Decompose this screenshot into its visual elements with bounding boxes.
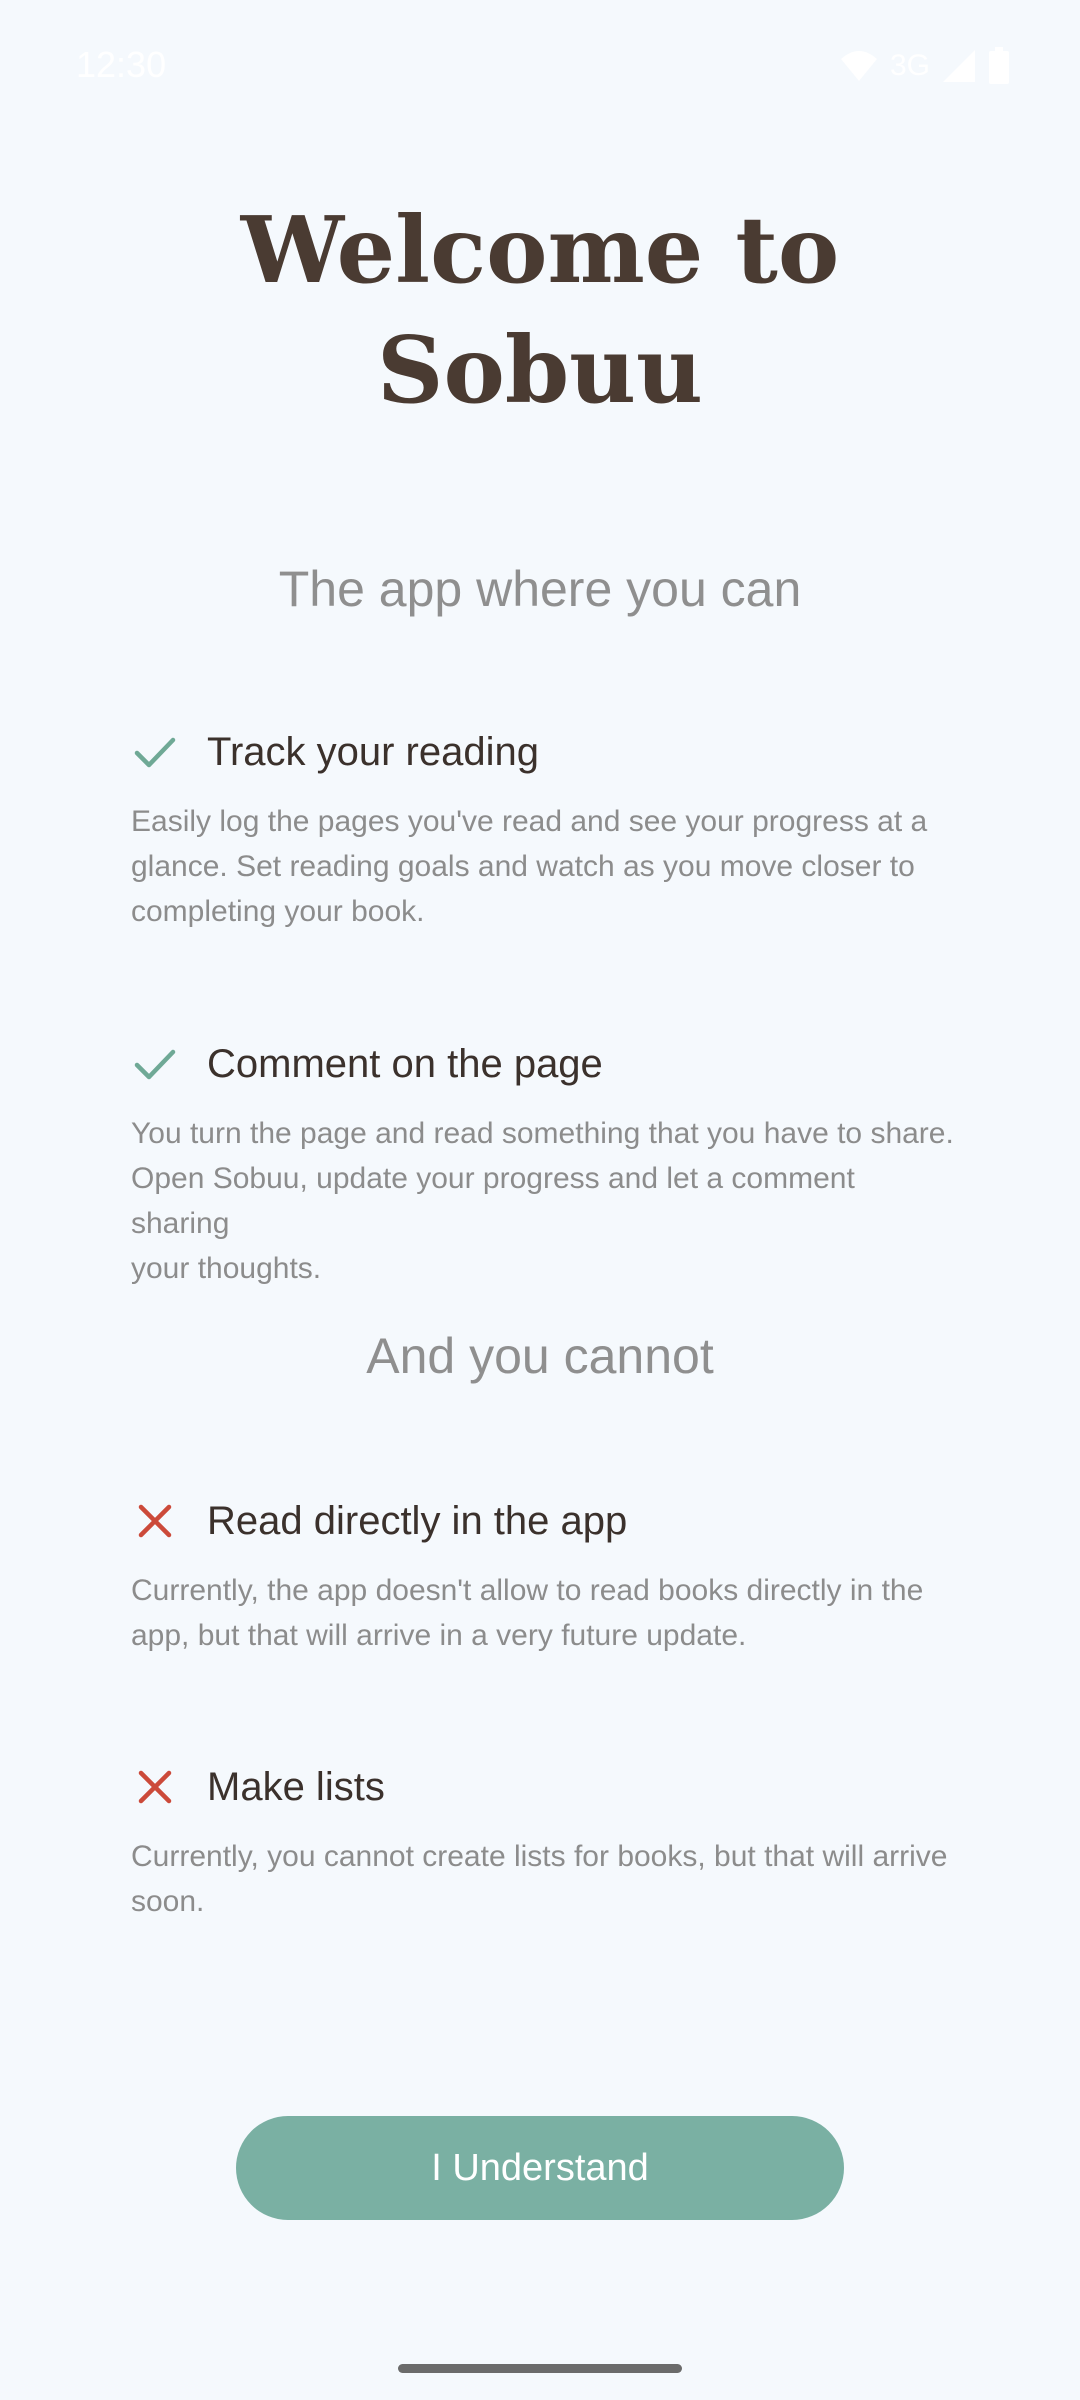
home-indicator[interactable] <box>398 2364 682 2373</box>
understand-button[interactable]: I Understand <box>236 2116 844 2220</box>
feature-description-line: your thoughts. <box>131 1252 322 1285</box>
signal-icon <box>943 50 975 82</box>
feature-description-line: Easily log the pages you've read and see… <box>131 805 928 838</box>
title-line-1: Welcome to <box>240 196 840 304</box>
cannot-heading: And you cannot <box>366 1328 714 1384</box>
status-time: 12:30 <box>76 44 167 85</box>
status-icons: 3G <box>840 46 1010 86</box>
can-heading: The app where you can <box>278 561 802 617</box>
feature-description-line: completing your book. <box>131 895 425 928</box>
feature-item-make-lists: Make lists Currently, you cannot create … <box>131 1752 961 1924</box>
feature-description-line: Open Sobuu, update your progress and let… <box>131 1162 855 1240</box>
feature-item-read-in-app: Read directly in the app Currently, the … <box>131 1486 961 1658</box>
feature-title: Comment on the page <box>207 1041 603 1086</box>
feature-description-line: Currently, the app doesn't allow to read… <box>131 1574 924 1607</box>
feature-description-line: soon. <box>131 1885 205 1918</box>
wifi-icon <box>840 51 877 81</box>
check-icon <box>134 1049 176 1080</box>
network-type: 3G <box>889 49 930 82</box>
title-line-2: Sobuu <box>377 316 703 424</box>
feature-item-comment-page: Comment on the page You turn the page an… <box>131 1029 961 1291</box>
status-bar: 12:30 3G <box>0 0 1080 130</box>
feature-description: Currently, you cannot create lists for b… <box>131 1834 961 1924</box>
feature-title: Track your reading <box>207 729 539 774</box>
cross-icon <box>138 1770 172 1804</box>
feature-description: Easily log the pages you've read and see… <box>131 799 961 934</box>
check-icon <box>134 737 176 768</box>
feature-item-track-reading: Track your reading Easily log the pages … <box>131 717 961 934</box>
page-title: Welcome to Sobuu <box>0 190 1080 430</box>
battery-icon <box>989 47 1009 84</box>
feature-description-line: glance. Set reading goals and watch as y… <box>131 850 915 883</box>
feature-description: Currently, the app doesn't allow to read… <box>131 1568 961 1658</box>
feature-description-line: Currently, you cannot create lists for b… <box>131 1840 948 1873</box>
feature-description: You turn the page and read something tha… <box>131 1111 961 1291</box>
feature-description-line: app, but that will arrive in a very futu… <box>131 1619 747 1652</box>
feature-title: Read directly in the app <box>207 1498 628 1543</box>
feature-title: Make lists <box>207 1764 385 1809</box>
cross-icon <box>138 1504 172 1538</box>
feature-description-line: You turn the page and read something tha… <box>131 1117 954 1150</box>
